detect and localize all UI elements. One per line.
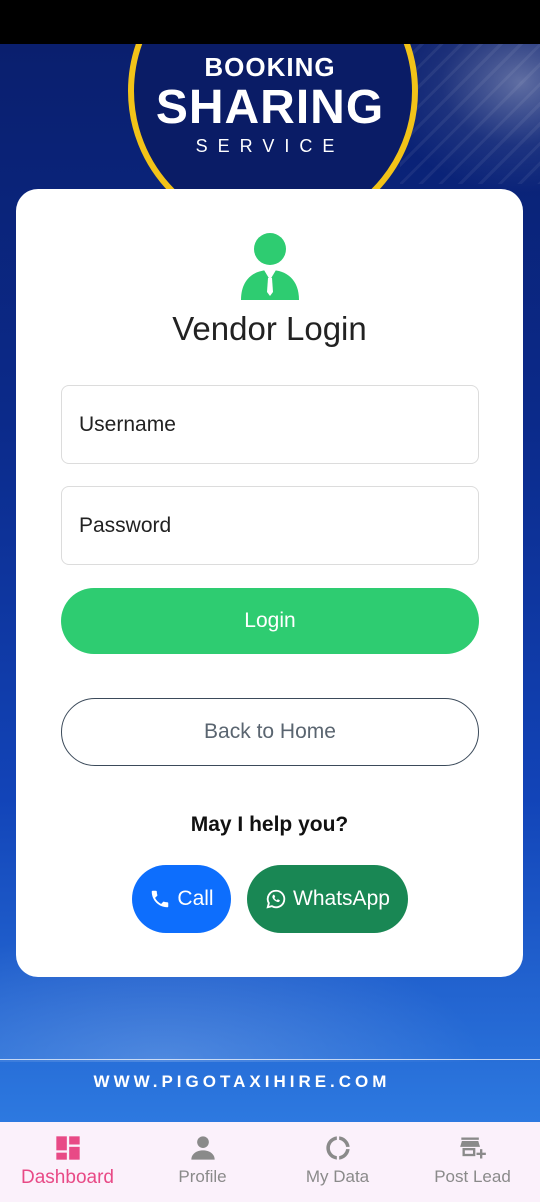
call-label: Call xyxy=(177,887,214,910)
back-to-home-button[interactable]: Back to Home xyxy=(61,698,479,766)
nav-dashboard[interactable]: Dashboard xyxy=(0,1122,135,1202)
nav-profile-label: Profile xyxy=(178,1167,227,1186)
nav-profile[interactable]: Profile xyxy=(135,1122,270,1202)
website-url: WWW.PIGOTAXIHIRE.COM xyxy=(93,1072,391,1091)
logo-line-booking: BOOKING xyxy=(204,52,336,82)
username-field[interactable]: Username xyxy=(61,385,479,464)
dashboard-icon xyxy=(55,1136,80,1160)
person-icon xyxy=(190,1136,215,1160)
nav-post-lead-label: Post Lead xyxy=(434,1167,511,1186)
whatsapp-label: WhatsApp xyxy=(293,887,390,910)
page-title: Vendor Login xyxy=(172,310,367,347)
call-button[interactable]: Call xyxy=(132,865,231,933)
login-card: Vendor Login Username Password Login Bac… xyxy=(16,189,523,977)
store-add-icon xyxy=(459,1137,486,1159)
bottom-nav: Dashboard Profile My Data Post Lead xyxy=(0,1122,540,1202)
help-text: May I help you? xyxy=(190,813,349,836)
login-button[interactable]: Login xyxy=(61,588,479,654)
app-screen: BOOKING SHARING SERVICE WWW.PIGOTAXIHIRE… xyxy=(0,0,540,1202)
nav-my-data-label: My Data xyxy=(305,1167,370,1186)
donut-icon xyxy=(325,1136,350,1160)
whatsapp-icon xyxy=(266,889,286,909)
footer-divider xyxy=(0,1059,540,1060)
phone-icon xyxy=(152,890,169,908)
whatsapp-button[interactable]: WhatsApp xyxy=(247,865,408,933)
status-bar xyxy=(0,0,540,44)
nav-dashboard-label: Dashboard xyxy=(21,1167,114,1188)
vendor-avatar-icon xyxy=(241,233,299,300)
logo-line-service: SERVICE xyxy=(195,136,345,156)
nav-my-data[interactable]: My Data xyxy=(270,1122,405,1202)
logo-line-sharing: SHARING xyxy=(155,81,385,134)
nav-post-lead[interactable]: Post Lead xyxy=(405,1122,540,1202)
password-field[interactable]: Password xyxy=(61,486,479,565)
